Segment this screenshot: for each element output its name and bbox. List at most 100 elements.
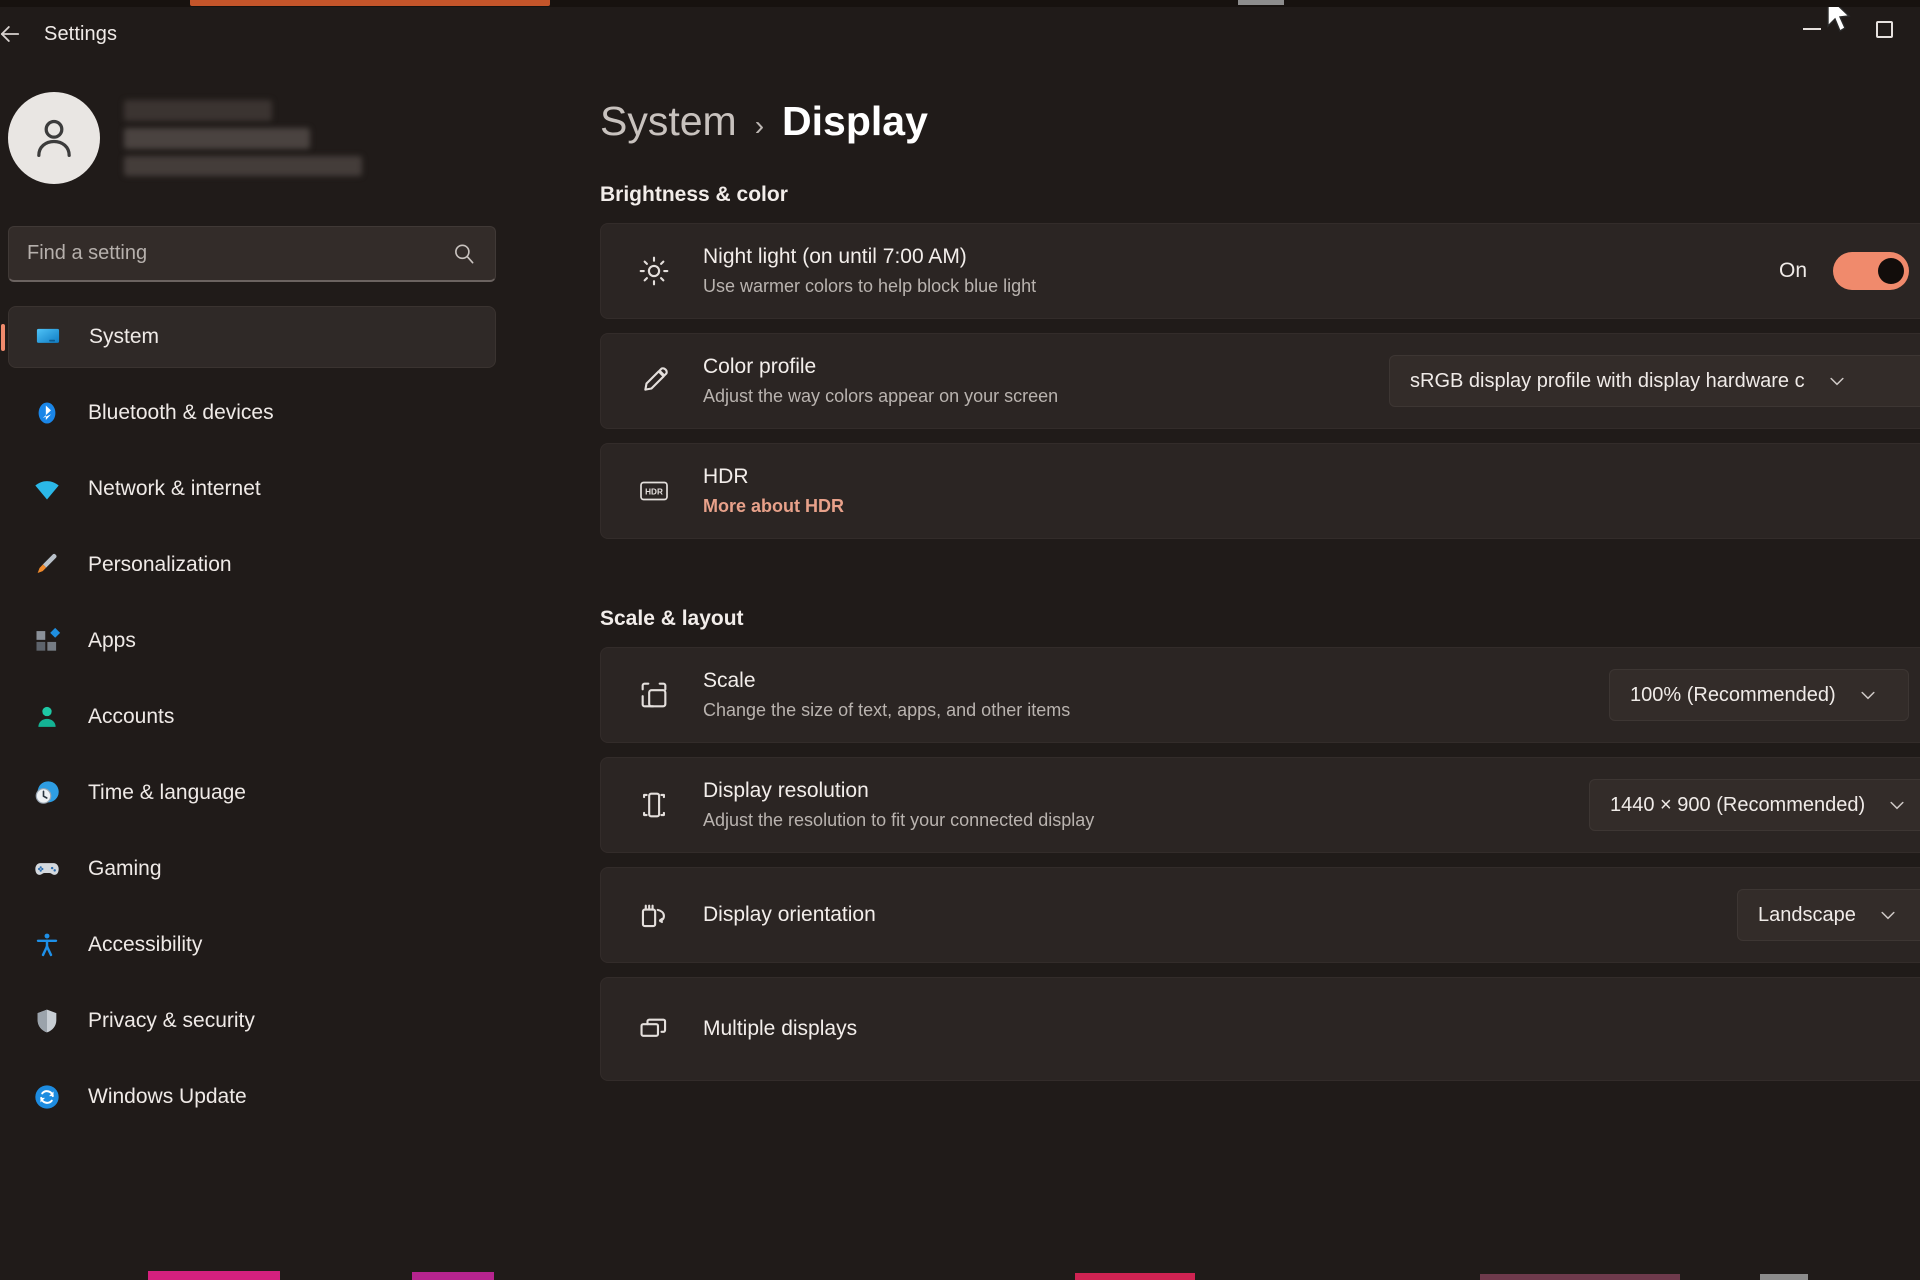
setting-title: Night light (on until 7:00 AM) [703,243,1779,271]
breadcrumb-system-link[interactable]: System [600,98,737,145]
account-name-redacted [124,100,362,176]
setting-row-color-profile[interactable]: Color profile Adjust the way colors appe… [600,333,1920,429]
sidebar-item-windows-update[interactable]: Windows Update [8,1066,496,1128]
setting-title: HDR [703,463,1909,491]
sidebar-item-apps[interactable]: Apps [8,610,496,672]
chevron-right-icon[interactable] [1909,260,1920,282]
window-body: System Bluetooth & devices [0,68,1920,1280]
setting-title: Scale [703,667,1609,695]
display-resolution-value: 1440 × 900 (Recommended) [1610,794,1865,817]
chevron-right-icon[interactable] [1909,480,1920,502]
setting-title: Display orientation [703,901,1737,929]
background-browser-tab-strip [190,0,550,6]
shield-icon [30,1007,64,1035]
person-icon [30,703,64,731]
account-header[interactable] [0,68,512,208]
setting-title: Color profile [703,353,1389,381]
setting-text: Scale Change the size of text, apps, and… [703,667,1609,723]
setting-row-multiple-displays[interactable]: Multiple displays [600,977,1920,1081]
settings-window: Settings [0,0,1920,1280]
minimize-button[interactable] [1776,0,1848,58]
scale-dropdown[interactable]: 100% (Recommended) [1609,669,1909,721]
setting-control: On [1779,252,1920,290]
sidebar-item-privacy-security[interactable]: Privacy & security [8,990,496,1052]
setting-row-hdr[interactable]: HDR HDR More about HDR [600,443,1920,539]
sidebar-item-time-language[interactable]: Time & language [8,762,496,824]
minimize-icon [1803,28,1821,30]
display-orientation-dropdown[interactable]: Landscape [1737,889,1920,941]
night-light-toggle[interactable] [1833,252,1909,290]
sidebar-item-network-internet[interactable]: Network & internet [8,458,496,520]
sidebar-item-bluetooth-devices[interactable]: Bluetooth & devices [8,382,496,444]
paintbrush-icon [30,551,64,579]
setting-subtitle: Adjust the resolution to fit your connec… [703,809,1589,832]
chevron-down-icon [1858,685,1878,705]
wifi-icon [30,475,64,503]
setting-subtitle: Use warmer colors to help block blue lig… [703,275,1779,298]
setting-control [1909,480,1920,502]
sidebar-item-system[interactable]: System [8,306,496,368]
update-icon [30,1083,64,1111]
orientation-icon [627,898,681,932]
avatar [8,92,100,184]
apps-icon [30,627,64,655]
setting-row-scale[interactable]: Scale Change the size of text, apps, and… [600,647,1920,743]
setting-row-display-orientation[interactable]: Display orientation Landscape [600,867,1920,963]
background-window-marker [1238,0,1284,5]
setting-subtitle: Adjust the way colors appear on your scr… [703,385,1389,408]
setting-control: 1440 × 900 (Recommended) [1589,779,1920,831]
sidebar: System Bluetooth & devices [0,68,512,1280]
more-about-hdr-link[interactable]: More about HDR [703,495,1909,518]
setting-row-display-resolution[interactable]: Display resolution Adjust the resolution… [600,757,1920,853]
sun-icon [627,254,681,288]
back-arrow-icon [0,20,24,48]
setting-text: Multiple displays [703,1015,1920,1043]
bluetooth-icon [30,399,64,427]
svg-text:HDR: HDR [645,487,663,496]
resolution-icon [627,788,681,822]
accessibility-icon [30,931,64,959]
setting-control: 100% (Recommended) [1609,669,1920,721]
setting-text: Display resolution Adjust the resolution… [703,777,1589,833]
sidebar-item-accessibility[interactable]: Accessibility [8,914,496,976]
scale-icon [627,678,681,712]
search-box[interactable] [8,226,496,282]
sidebar-item-accounts[interactable]: Accounts [8,686,496,748]
search-input[interactable] [27,242,451,265]
sidebar-item-label: Accounts [88,705,174,729]
back-button[interactable] [0,8,36,60]
page-title: Display [782,98,928,145]
chevron-right-icon[interactable] [1909,684,1920,706]
setting-text: Night light (on until 7:00 AM) Use warme… [703,243,1779,299]
monitor-icon [31,323,65,351]
setting-subtitle: Change the size of text, apps, and other… [703,699,1609,722]
display-resolution-dropdown[interactable]: 1440 × 900 (Recommended) [1589,779,1920,831]
maximize-button[interactable] [1848,0,1920,58]
sidebar-item-personalization[interactable]: Personalization [8,534,496,596]
setting-title: Display resolution [703,777,1589,805]
chevron-down-icon [1887,795,1907,815]
sidebar-item-label: Windows Update [88,1085,247,1109]
gamepad-icon [30,855,64,883]
chevron-down-icon [1878,905,1898,925]
sidebar-item-label: Gaming [88,857,162,881]
setting-text: HDR More about HDR [703,463,1909,519]
color-profile-dropdown[interactable]: sRGB display profile with display hardwa… [1389,355,1920,407]
sidebar-item-label: Network & internet [88,477,261,501]
sidebar-item-gaming[interactable]: Gaming [8,838,496,900]
night-light-state-label: On [1779,259,1807,283]
content-pane: System › Display Brightness & color Nigh… [512,68,1920,1280]
sidebar-item-label: System [89,325,159,349]
sidebar-item-label: Privacy & security [88,1009,255,1033]
chevron-down-icon [1827,371,1847,391]
section-heading-brightness-color: Brightness & color [600,183,1920,207]
breadcrumb: System › Display [600,98,1920,145]
setting-row-night-light[interactable]: Night light (on until 7:00 AM) Use warme… [600,223,1920,319]
setting-text: Color profile Adjust the way colors appe… [703,353,1389,409]
window-controls [1776,0,1920,58]
section-spacer [532,553,1920,607]
sidebar-item-label: Apps [88,629,136,653]
display-orientation-value: Landscape [1758,904,1856,927]
sidebar-item-label: Bluetooth & devices [88,401,274,425]
breadcrumb-separator-icon: › [755,110,764,142]
